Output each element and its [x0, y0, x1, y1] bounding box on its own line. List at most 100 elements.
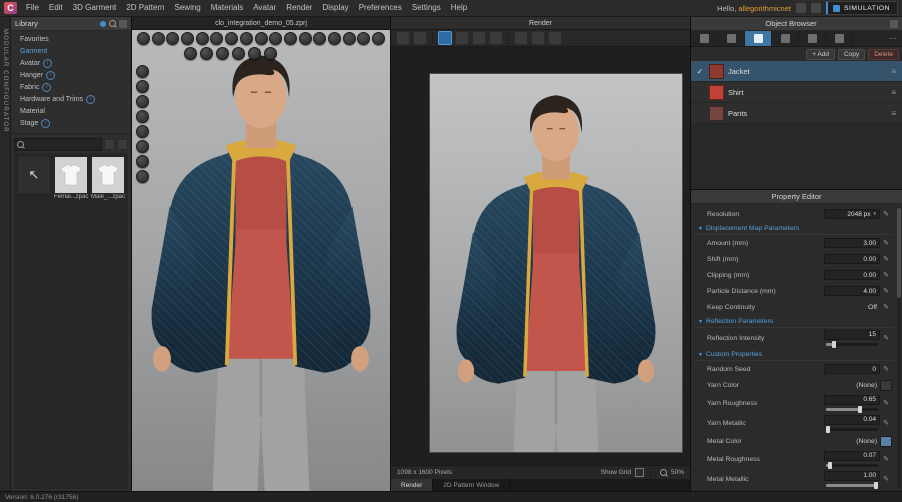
library-item-garment[interactable]: Garment — [11, 45, 131, 57]
slider[interactable] — [826, 343, 878, 346]
value-input[interactable]: 0.04 — [824, 415, 880, 425]
hamburger-icon[interactable]: ≡ — [891, 67, 898, 76]
scissors-tool-icon[interactable] — [255, 32, 268, 45]
edit-icon[interactable]: ✎ — [883, 334, 889, 342]
resolution-dropdown[interactable]: 2048 px▾ — [824, 209, 880, 219]
sync-icon[interactable] — [100, 21, 106, 27]
library-item-fabric[interactable]: Fabrici — [11, 81, 131, 93]
slider[interactable] — [826, 428, 878, 431]
library-item-hardware-and-trims[interactable]: Hardware and Trimsi — [11, 93, 131, 105]
edit-icon[interactable]: ✎ — [883, 255, 889, 263]
edit-icon[interactable]: ✎ — [883, 287, 889, 295]
arrange-icon[interactable] — [136, 125, 149, 138]
value-input[interactable]: 15 — [824, 330, 880, 340]
rotate-gizmo-icon[interactable] — [181, 32, 194, 45]
app-logo[interactable]: C — [4, 2, 17, 14]
delete-button[interactable]: Delete — [868, 49, 899, 60]
select-tool-icon[interactable] — [152, 32, 165, 45]
view-list-icon[interactable] — [117, 139, 128, 150]
object-row-jacket[interactable]: ✓Jacket≡ — [691, 61, 902, 82]
value-input[interactable]: 0.00 — [824, 270, 880, 280]
copy-button[interactable]: Copy — [838, 49, 865, 60]
account-icon[interactable] — [796, 3, 806, 13]
edit-icon[interactable]: ✎ — [883, 419, 889, 427]
object-browser-tab-3[interactable] — [772, 31, 799, 46]
object-row-shirt[interactable]: Shirt≡ — [691, 82, 902, 103]
menu-icon[interactable] — [119, 20, 127, 28]
turntable-render-icon[interactable] — [472, 31, 486, 45]
search-input[interactable] — [14, 138, 102, 151]
value-input[interactable]: 0.07 — [824, 451, 880, 461]
menu-item-file[interactable]: File — [21, 0, 44, 16]
edit-icon[interactable]: ✎ — [883, 365, 889, 373]
open-image-icon[interactable] — [413, 31, 427, 45]
edit-icon[interactable]: ✎ — [883, 303, 889, 311]
strain-map-icon[interactable] — [248, 47, 261, 60]
menu-item-sewing[interactable]: Sewing — [170, 0, 206, 16]
slider-thumb[interactable] — [826, 426, 830, 433]
fit-map-icon[interactable] — [264, 47, 277, 60]
hamburger-icon[interactable]: ≡ — [891, 88, 898, 97]
menu-item-preferences[interactable]: Preferences — [354, 0, 407, 16]
value-input[interactable]: 0.65 — [824, 395, 880, 405]
simulate-icon[interactable] — [137, 32, 150, 45]
object-browser-tab-4[interactable] — [799, 31, 826, 46]
slider[interactable] — [826, 408, 878, 411]
interactive-render-icon[interactable] — [455, 31, 469, 45]
edit-icon[interactable]: ✎ — [883, 271, 889, 279]
image-settings-icon[interactable] — [514, 31, 528, 45]
flatten-tool-icon[interactable] — [269, 32, 282, 45]
edit-icon[interactable]: ✎ — [883, 210, 889, 218]
color-swatch[interactable] — [880, 380, 892, 391]
modular-configurator-tab[interactable]: MODULAR CONFIGURATOR — [0, 17, 11, 492]
show-garment-icon[interactable] — [184, 47, 197, 60]
thumbnail-item[interactable]: Male_...zpac — [91, 157, 125, 201]
sync-colorway-icon[interactable] — [548, 31, 562, 45]
username[interactable]: allegorithmicnet — [738, 4, 791, 13]
menu-item-avatar[interactable]: Avatar — [248, 0, 281, 16]
avatar-display-icon[interactable] — [313, 32, 326, 45]
object-icon[interactable] — [136, 80, 149, 93]
camera-view-icon[interactable] — [328, 32, 341, 45]
value-input[interactable]: 4.00 — [824, 286, 880, 296]
menu-item-help[interactable]: Help — [446, 0, 472, 16]
zoom-value[interactable]: 50% — [671, 469, 684, 476]
panel-options-icon[interactable] — [890, 20, 898, 28]
hamburger-icon[interactable]: ≡ — [891, 109, 898, 118]
show-grid-checkbox[interactable] — [635, 468, 644, 477]
section-header-displacement-map-parameters[interactable]: ▼Displacement Map Parameters — [693, 222, 894, 235]
slider-thumb[interactable] — [828, 462, 832, 469]
light-icon[interactable] — [343, 32, 356, 45]
library-item-favorites[interactable]: Favorites — [11, 33, 131, 45]
tack-tool-icon[interactable] — [225, 32, 238, 45]
slider[interactable] — [826, 464, 878, 467]
avatar-3d-view[interactable] — [132, 29, 390, 492]
display-mode-icon[interactable] — [811, 3, 821, 13]
slider-thumb[interactable] — [858, 406, 862, 413]
sewing-tool-icon[interactable] — [210, 32, 223, 45]
section-header-reflection-parameters[interactable]: ▼Reflection Parameters — [693, 315, 894, 328]
object-browser-tab-5[interactable] — [826, 31, 853, 46]
wind-controller-icon[interactable] — [357, 32, 370, 45]
video-render-icon[interactable] — [489, 31, 503, 45]
object-browser-tab-0[interactable] — [691, 31, 718, 46]
add-button[interactable]: + Add — [806, 49, 835, 60]
thumbnail-item[interactable]: Femal...zpac — [54, 157, 88, 201]
show-avatar-icon[interactable] — [200, 47, 213, 60]
menu-item-3d-garment[interactable]: 3D Garment — [68, 0, 122, 16]
slider-thumb[interactable] — [832, 341, 836, 348]
value-input[interactable]: 0 — [824, 364, 880, 374]
texture-view-icon[interactable] — [216, 47, 229, 60]
menu-item-2d-pattern[interactable]: 2D Pattern — [121, 0, 169, 16]
viewport-3d[interactable]: clo_integration_demo_05.zprj — [132, 17, 390, 492]
pattern-3d-icon[interactable] — [299, 32, 312, 45]
thumbnail-up-folder[interactable]: ↖ — [17, 157, 51, 201]
slider[interactable] — [826, 484, 878, 487]
edit-icon[interactable]: ✎ — [883, 239, 889, 247]
save-image-icon[interactable] — [396, 31, 410, 45]
simulation-module[interactable]: SIMULATION — [826, 1, 898, 15]
mesh-view-icon[interactable] — [232, 47, 245, 60]
scene-manager-icon[interactable] — [136, 65, 149, 78]
pen-tool-icon[interactable] — [284, 32, 297, 45]
render-quality-icon[interactable] — [531, 31, 545, 45]
